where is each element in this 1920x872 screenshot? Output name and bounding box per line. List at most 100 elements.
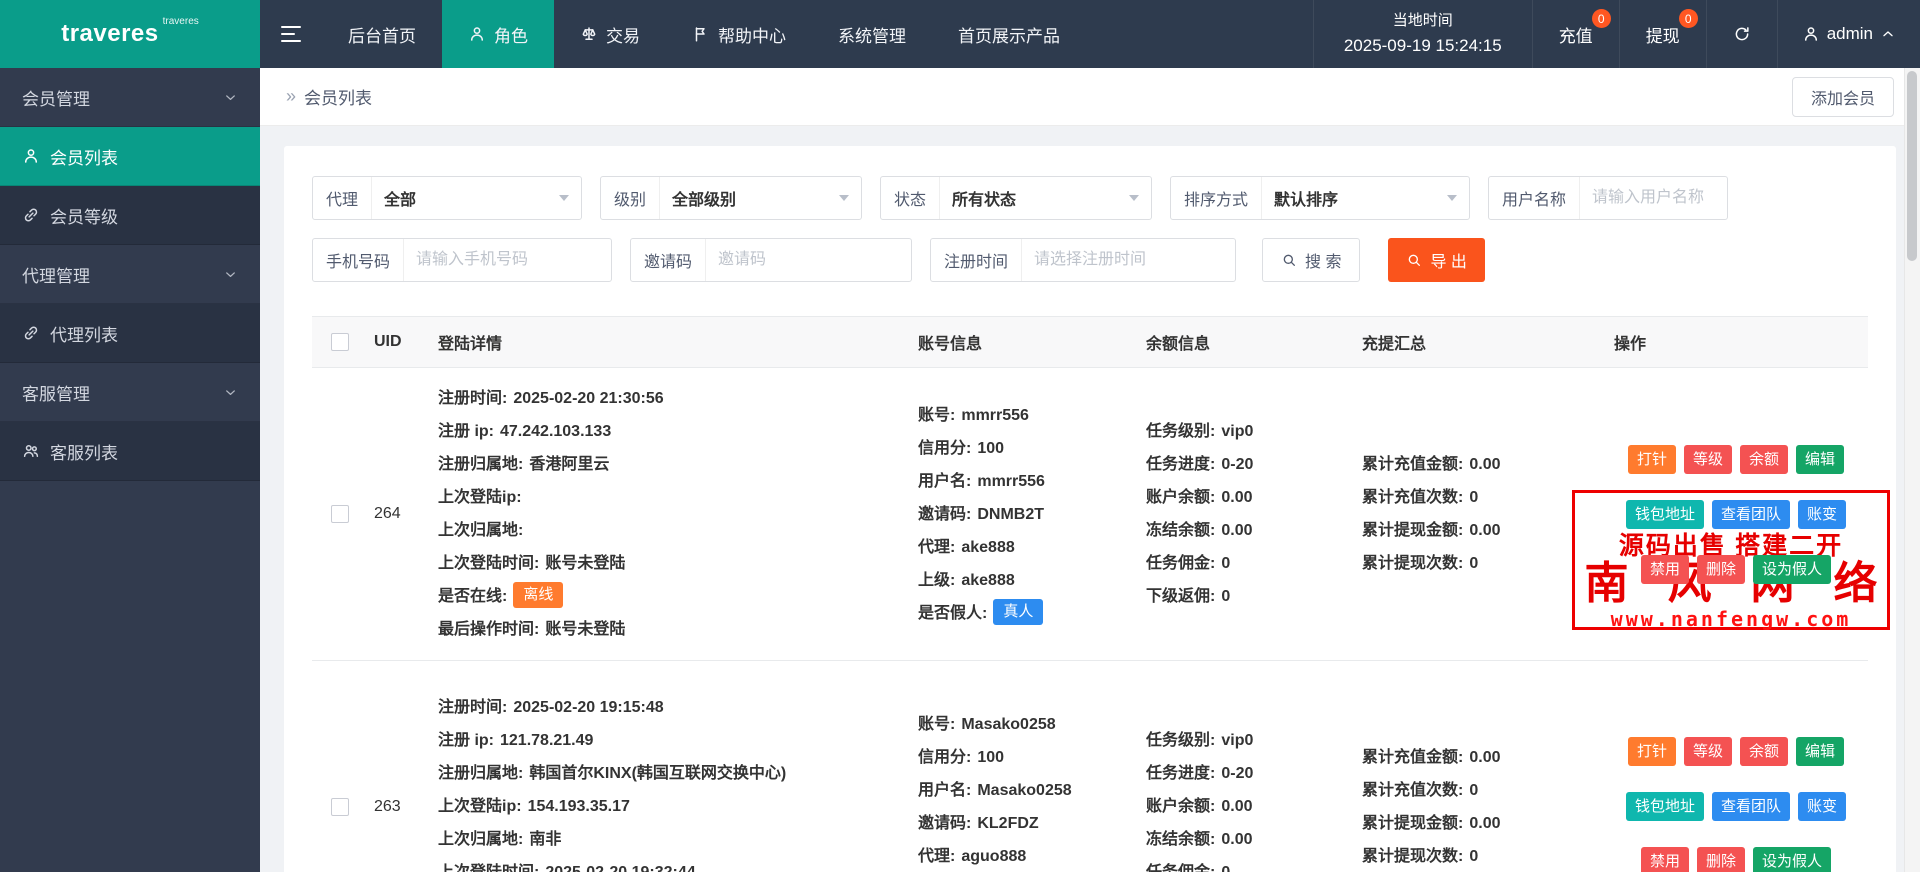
status-select[interactable]: 所有状态 (940, 177, 1151, 219)
action-button-level[interactable]: 等级 (1684, 445, 1732, 474)
local-time: 当地时间 2025-09-19 15:24:15 (1313, 0, 1533, 68)
nav-item-system-management[interactable]: 系统管理 (812, 0, 932, 68)
detail-line: 任务佣金:0 (1146, 547, 1362, 580)
sidebar-item-service-list[interactable]: 客服列表 (0, 422, 260, 481)
action-button-delete[interactable]: 删除 (1697, 555, 1745, 584)
nav-item-trade[interactable]: 交易 (554, 0, 666, 68)
phone-input[interactable] (404, 239, 611, 281)
action-button-level[interactable]: 等级 (1684, 737, 1732, 766)
detail-label: 上次登陆时间: (438, 555, 539, 572)
action-button-wallet-address[interactable]: 钱包地址 (1626, 500, 1704, 529)
detail-value: Masako0258 (961, 716, 1055, 733)
detail-label: 冻结余额: (1146, 522, 1215, 539)
page-scrollbar[interactable] (1904, 68, 1920, 872)
action-button-account-change[interactable]: 账变 (1798, 500, 1846, 529)
detail-line: 是否在线:离线 (438, 580, 918, 613)
main-content: » 会员列表 添加会员 代理 全部 级别 全部级别 (260, 0, 1920, 872)
detail-line: 代理:ake888 (918, 531, 1146, 564)
nav-item-roles[interactable]: 角色 (442, 0, 554, 68)
action-button-edit[interactable]: 编辑 (1796, 737, 1844, 766)
search-button-label: 搜 索 (1305, 248, 1341, 272)
flag-icon (692, 25, 710, 43)
action-button-wallet-address[interactable]: 钱包地址 (1626, 792, 1704, 821)
detail-line: 注册 ip:47.242.103.133 (438, 415, 918, 448)
refresh-button[interactable] (1707, 0, 1778, 68)
logo[interactable]: traveres traveres (0, 0, 260, 68)
agent-select[interactable]: 全部 (372, 177, 581, 219)
filter-phone: 手机号码 (312, 238, 612, 282)
user-menu[interactable]: admin (1778, 0, 1920, 68)
select-all-checkbox[interactable] (331, 333, 349, 351)
detail-label: 上次登陆时间: (438, 864, 539, 872)
scrollbar-thumb[interactable] (1907, 71, 1917, 261)
detail-label: 信用分: (918, 749, 971, 766)
detail-label: 邀请码: (918, 506, 971, 523)
nav-label: 后台首页 (348, 22, 416, 47)
selected-value: 所有状态 (952, 186, 1016, 210)
action-button-inject[interactable]: 打针 (1628, 445, 1676, 474)
detail-label: 最后操作时间: (438, 621, 539, 638)
action-button-delete[interactable]: 删除 (1697, 847, 1745, 872)
filter-invite-code: 邀请码 (630, 238, 912, 282)
sidebar-item-agent-list[interactable]: 代理列表 (0, 304, 260, 363)
sort-select[interactable]: 默认排序 (1262, 177, 1469, 219)
local-time-value: 2025-09-19 15:24:15 (1344, 33, 1502, 59)
detail-value: 账号未登陆 (545, 555, 625, 572)
action-button-edit[interactable]: 编辑 (1796, 445, 1844, 474)
export-button[interactable]: 导 出 (1388, 238, 1484, 282)
action-button-set-fake[interactable]: 设为假人 (1753, 555, 1831, 584)
detail-label: 累计提现次数: (1362, 555, 1463, 572)
action-button-disable[interactable]: 禁用 (1641, 555, 1689, 584)
row-checkbox[interactable] (331, 505, 349, 523)
detail-label: 任务级别: (1146, 423, 1215, 440)
detail-line: 上次登陆时间: 账号未登陆 (438, 547, 918, 580)
login-details: 注册时间:2025-02-20 21:30:56注册 ip:47.242.103… (438, 382, 918, 646)
search-button[interactable]: 搜 索 (1262, 238, 1360, 282)
balance-info: 任务级别:vip0任务进度:0-20账户余额:0.00冻结余额:0.00任务佣金… (1146, 675, 1362, 872)
chevron-down-icon (223, 90, 238, 105)
action-button-view-team[interactable]: 查看团队 (1712, 500, 1790, 529)
filter-label: 手机号码 (313, 239, 404, 281)
detail-line: 任务级别:vip0 (1146, 415, 1362, 448)
detail-label: 账号: (918, 407, 955, 424)
nav-item-help-center[interactable]: 帮助中心 (666, 0, 812, 68)
sidebar-item-member-list[interactable]: 会员列表 (0, 127, 260, 186)
sidebar-item-label: 客服列表 (50, 439, 118, 464)
detail-value: vip0 (1221, 732, 1253, 749)
detail-line: 注册时间:2025-02-20 19:15:48 (438, 691, 918, 724)
local-time-label: 当地时间 (1393, 10, 1453, 33)
level-select[interactable]: 全部级别 (660, 177, 861, 219)
chevron-down-icon (1447, 195, 1457, 201)
invite-code-input[interactable] (706, 239, 911, 281)
detail-label: 注册 ip: (438, 423, 494, 440)
detail-label: 用户名: (918, 782, 971, 799)
detail-value: 香港阿里云 (529, 456, 609, 473)
recharge-button[interactable]: 充值 0 (1533, 0, 1620, 68)
withdraw-button[interactable]: 提现 0 (1620, 0, 1707, 68)
action-button-balance[interactable]: 余额 (1740, 737, 1788, 766)
sidebar-group-member-management[interactable]: 会员管理 (0, 68, 260, 127)
action-button-view-team[interactable]: 查看团队 (1712, 792, 1790, 821)
detail-value: Masako0258 (977, 782, 1071, 799)
action-button-set-fake[interactable]: 设为假人 (1753, 847, 1831, 872)
action-button-disable[interactable]: 禁用 (1641, 847, 1689, 872)
detail-line: 任务进度:0-20 (1146, 757, 1362, 790)
detail-value: 0.00 (1469, 456, 1500, 473)
action-button-account-change[interactable]: 账变 (1798, 792, 1846, 821)
sidebar-item-member-level[interactable]: 会员等级 (0, 186, 260, 245)
menu-toggle-icon[interactable] (260, 0, 322, 68)
add-member-button[interactable]: 添加会员 (1792, 77, 1894, 117)
row-checkbox[interactable] (331, 798, 349, 816)
sidebar-group-agent-management[interactable]: 代理管理 (0, 245, 260, 304)
action-button-balance[interactable]: 余额 (1740, 445, 1788, 474)
action-button-inject[interactable]: 打针 (1628, 737, 1676, 766)
scales-icon (580, 25, 598, 43)
withdraw-label: 提现 (1646, 22, 1680, 47)
nav-item-dashboard[interactable]: 后台首页 (322, 0, 442, 68)
register-time-input[interactable] (1022, 239, 1235, 281)
sidebar-group-service-management[interactable]: 客服管理 (0, 363, 260, 422)
user-icon (22, 147, 40, 165)
detail-value: 0 (1221, 588, 1230, 605)
username-input[interactable] (1580, 177, 1727, 219)
nav-item-homepage-products[interactable]: 首页展示产品 (932, 0, 1086, 68)
